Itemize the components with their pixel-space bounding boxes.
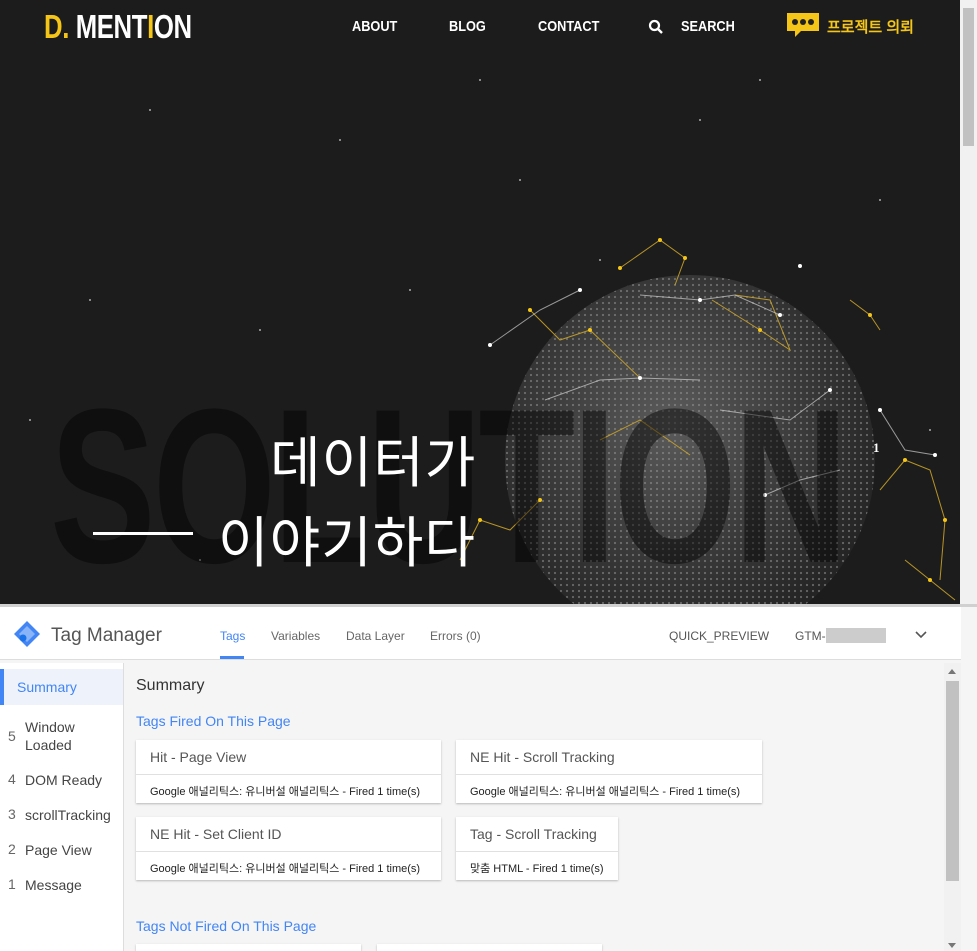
sidebar-item-number: 1 <box>8 876 16 892</box>
tags-fired-heading: Tags Fired On This Page <box>136 713 291 729</box>
logo-text-1: MENT <box>68 8 148 45</box>
chevron-down-icon[interactable] <box>915 631 927 639</box>
sidebar-item-label: DOM Ready <box>25 772 103 788</box>
site-logo[interactable]: D. MENTION <box>44 8 192 46</box>
nav-contact-link[interactable]: CONTACT <box>538 18 599 35</box>
sidebar-item-summary[interactable]: Summary <box>0 669 123 705</box>
tab-tags[interactable]: Tags <box>220 629 245 643</box>
nav-search-link[interactable]: SEARCH <box>681 18 735 35</box>
search-icon[interactable] <box>648 19 664 35</box>
tag-card-ne-hit-scroll-tracking[interactable]: NE Hit - Scroll Tracking Google 애널리틱스: 유… <box>456 740 762 803</box>
card-divider <box>456 851 618 852</box>
summary-title: Summary <box>136 677 205 694</box>
page-scrollbar[interactable] <box>960 0 977 604</box>
event-sidebar: Summary 5 Window Loaded 4 DOM Ready 3 sc… <box>0 663 124 951</box>
hero-headline-line1: 데이터가 <box>270 432 477 494</box>
tab-data-layer[interactable]: Data Layer <box>346 629 405 643</box>
scroll-down-arrow-icon[interactable] <box>948 943 956 948</box>
container-id-redacted <box>826 628 886 643</box>
tag-card-not-fired[interactable] <box>136 944 361 951</box>
container-id-label: GTM- <box>795 629 826 643</box>
sidebar-item-message[interactable]: 1 Message <box>0 876 123 896</box>
nav-blog-link[interactable]: BLOG <box>449 18 486 35</box>
project-request-label: 프로젝트 의뢰 <box>827 19 914 36</box>
summary-panel: Summary Tags Fired On This Page Hit - Pa… <box>124 663 944 951</box>
sidebar-item-number: 3 <box>8 806 16 822</box>
tag-card-name: NE Hit - Set Client ID <box>150 826 282 842</box>
gtm-scrollbar-thumb[interactable] <box>946 681 959 881</box>
logo-d: D. <box>44 8 69 45</box>
tag-manager-logo-icon <box>14 621 40 647</box>
tag-card-name: NE Hit - Scroll Tracking <box>470 749 615 765</box>
sidebar-item-number: 4 <box>8 771 16 787</box>
gtm-scrollbar[interactable] <box>944 663 961 951</box>
active-tab-indicator <box>220 656 244 659</box>
hero-section: SOLUTION D. MENTION ABOUT BLOG CONTACT S… <box>0 0 960 604</box>
tag-card-detail: Google 애널리틱스: 유니버설 애널리틱스 - Fired 1 time(… <box>150 786 421 798</box>
chat-bubble-icon <box>787 13 819 37</box>
tag-card-not-fired[interactable] <box>377 944 602 951</box>
card-divider <box>136 774 441 775</box>
tag-card-ne-hit-set-client-id[interactable]: NE Hit - Set Client ID Google 애널리틱스: 유니버… <box>136 817 441 880</box>
sidebar-item-label: scrollTracking <box>25 807 111 823</box>
browser-page: SOLUTION D. MENTION ABOUT BLOG CONTACT S… <box>0 0 977 951</box>
tag-card-detail: Google 애널리틱스: 유니버설 애널리틱스 - Fired 1 time(… <box>150 863 421 875</box>
sidebar-item-scroll-tracking[interactable]: 3 scrollTracking <box>0 806 123 826</box>
sidebar-item-label: Summary <box>17 679 77 695</box>
scroll-up-arrow-icon[interactable] <box>948 669 956 674</box>
tag-manager-debug-pane: Tag Manager Tags Variables Data Layer Er… <box>0 604 977 951</box>
card-divider <box>136 851 441 852</box>
sidebar-item-number: 2 <box>8 841 16 857</box>
tags-not-fired-heading: Tags Not Fired On This Page <box>136 918 317 934</box>
logo-i: I <box>147 8 154 45</box>
tag-card-name: Tag - Scroll Tracking <box>470 826 597 842</box>
nav-about-link[interactable]: ABOUT <box>352 18 397 35</box>
gtm-header: Tag Manager Tags Variables Data Layer Er… <box>0 607 961 660</box>
hero-dash-line <box>93 532 193 535</box>
page-scrollbar-thumb[interactable] <box>963 8 974 146</box>
tab-variables[interactable]: Variables <box>271 629 320 643</box>
tag-card-name: Hit - Page View <box>150 749 247 765</box>
sidebar-item-number: 5 <box>8 728 16 744</box>
tag-card-tag-scroll-tracking[interactable]: Tag - Scroll Tracking 맞춤 HTML - Fired 1 … <box>456 817 618 880</box>
tag-card-detail: 맞춤 HTML - Fired 1 time(s) <box>470 863 604 875</box>
sidebar-item-page-view[interactable]: 2 Page View <box>0 841 123 861</box>
hero-headline-line2: 이야기하다 <box>218 512 477 574</box>
top-nav: D. MENTION ABOUT BLOG CONTACT SEARCH 프로젝… <box>0 0 960 60</box>
sidebar-item-label: Page View <box>25 842 92 858</box>
tag-card-hit-page-view[interactable]: Hit - Page View Google 애널리틱스: 유니버설 애널리틱스… <box>136 740 441 803</box>
tag-card-detail: Google 애널리틱스: 유니버설 애널리틱스 - Fired 1 time(… <box>470 786 741 798</box>
tab-errors[interactable]: Errors (0) <box>430 629 481 643</box>
sidebar-item-label: Message <box>25 877 82 893</box>
slide-number[interactable]: 1 <box>873 440 880 456</box>
sidebar-item-window-loaded[interactable]: 5 Window Loaded <box>0 718 123 758</box>
logo-text-2: ON <box>153 8 192 45</box>
quick-preview-label: QUICK_PREVIEW <box>669 629 770 643</box>
sidebar-item-dom-ready[interactable]: 4 DOM Ready <box>0 771 123 791</box>
gtm-title: Tag Manager <box>51 625 162 646</box>
card-divider <box>456 774 762 775</box>
sidebar-item-label: Window Loaded <box>25 719 75 753</box>
